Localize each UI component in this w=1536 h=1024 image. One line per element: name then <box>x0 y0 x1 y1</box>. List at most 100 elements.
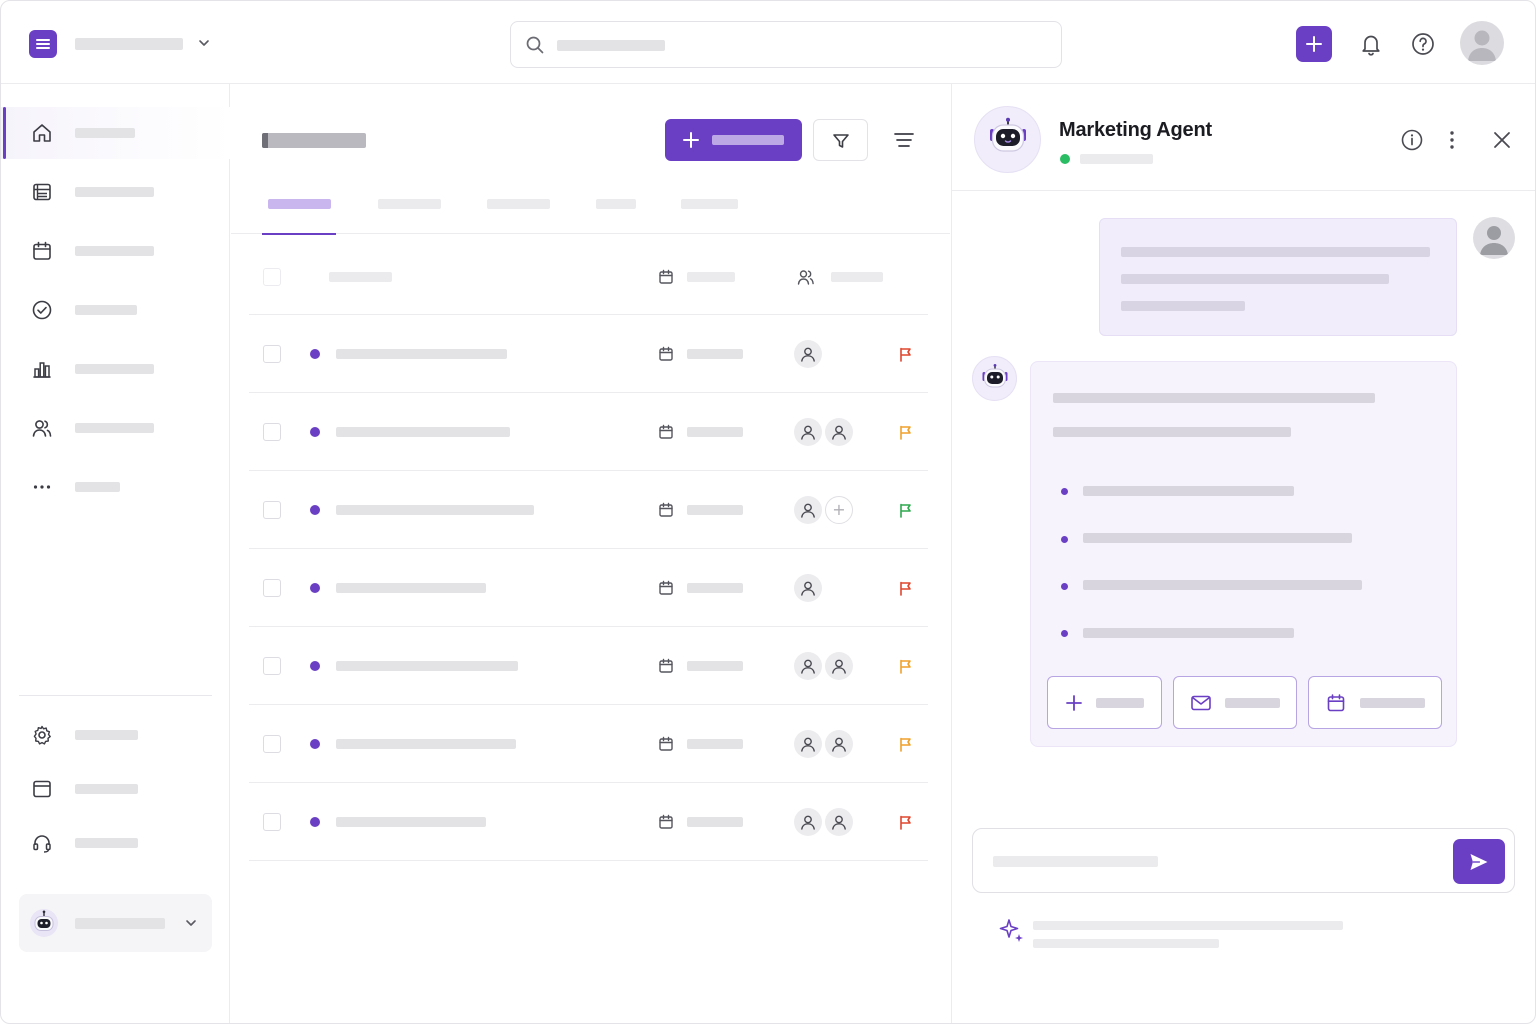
sidebar-item-settings[interactable] <box>1 709 230 761</box>
row-title[interactable] <box>336 583 486 593</box>
row-due-date[interactable] <box>687 583 743 593</box>
row-due-date[interactable] <box>687 427 743 437</box>
assignee-avatar[interactable] <box>794 730 822 758</box>
add-assignee-button[interactable]: + <box>825 496 853 524</box>
sidebar-item-reports[interactable] <box>1 343 230 395</box>
priority-flag-icon[interactable] <box>898 502 914 518</box>
help-icon[interactable] <box>1410 31 1436 57</box>
info-icon[interactable] <box>1400 128 1424 152</box>
chat-header: Marketing Agent <box>952 84 1535 191</box>
agent-switcher-label <box>75 918 165 929</box>
calendar-icon <box>658 424 674 445</box>
row-checkbox[interactable] <box>263 345 281 363</box>
action-create-button[interactable] <box>1047 676 1162 729</box>
assignee-avatar[interactable] <box>794 574 822 602</box>
row-due-date[interactable] <box>687 349 743 359</box>
sidebar-item-workspace[interactable] <box>1 763 230 815</box>
action-email-button[interactable] <box>1173 676 1297 729</box>
send-button[interactable] <box>1453 839 1505 884</box>
chevron-down-icon[interactable] <box>197 36 211 50</box>
tab-4[interactable] <box>596 196 636 234</box>
sidebar-item-support[interactable] <box>1 817 230 869</box>
tab-1[interactable] <box>262 196 336 235</box>
table-row[interactable] <box>249 783 928 861</box>
row-due-date[interactable] <box>687 661 743 671</box>
assignee-avatar[interactable] <box>794 496 822 524</box>
tab-5[interactable] <box>681 196 738 234</box>
search-input[interactable] <box>510 21 1062 68</box>
row-checkbox[interactable] <box>263 579 281 597</box>
row-due-date[interactable] <box>687 505 743 515</box>
sidebar-item-list[interactable] <box>1 166 230 218</box>
sidebar-item-more[interactable] <box>1 461 230 513</box>
sidebar-item-tasks[interactable] <box>1 284 230 336</box>
users-icon <box>32 420 52 437</box>
priority-flag-icon[interactable] <box>898 580 914 596</box>
message-placeholder <box>993 856 1158 867</box>
list-bullet <box>1061 583 1068 590</box>
agent-switcher[interactable] <box>19 894 212 952</box>
plus-icon <box>1066 695 1082 711</box>
row-checkbox[interactable] <box>263 735 281 753</box>
assignee-avatar[interactable] <box>825 808 853 836</box>
workspace-name[interactable] <box>75 38 183 50</box>
message-input[interactable] <box>972 828 1515 893</box>
calendar-icon <box>658 658 674 679</box>
assignee-avatar[interactable] <box>794 340 822 368</box>
row-due-date[interactable] <box>687 739 743 749</box>
table-row[interactable] <box>249 549 928 627</box>
create-button[interactable] <box>1296 26 1332 62</box>
kebab-icon[interactable] <box>1442 128 1462 152</box>
assignee-avatar[interactable] <box>794 652 822 680</box>
table-row[interactable] <box>249 393 928 471</box>
user-avatar[interactable] <box>1460 21 1504 65</box>
assignee-avatar[interactable] <box>825 418 853 446</box>
table-row[interactable] <box>249 627 928 705</box>
priority-flag-icon[interactable] <box>898 814 914 830</box>
row-title[interactable] <box>336 349 507 359</box>
bell-icon[interactable] <box>1358 31 1384 57</box>
bar-chart-icon <box>33 362 51 378</box>
assignee-avatar[interactable] <box>825 730 853 758</box>
tab-2[interactable] <box>378 196 441 234</box>
column-header-date[interactable] <box>687 272 735 282</box>
row-due-date[interactable] <box>687 817 743 827</box>
assignee-avatar[interactable] <box>794 418 822 446</box>
priority-flag-icon[interactable] <box>898 346 914 362</box>
new-item-button[interactable] <box>665 119 802 161</box>
sidebar-item-calendar[interactable] <box>1 225 230 277</box>
priority-flag-icon[interactable] <box>898 424 914 440</box>
row-checkbox[interactable] <box>263 813 281 831</box>
send-icon <box>1470 854 1488 870</box>
sidebar-item-home[interactable] <box>1 107 230 159</box>
tab-3[interactable] <box>487 196 550 234</box>
close-icon[interactable] <box>1490 128 1514 152</box>
table-row[interactable] <box>249 315 928 393</box>
column-header-assignees[interactable] <box>831 272 883 282</box>
priority-flag-icon[interactable] <box>898 658 914 674</box>
row-title[interactable] <box>336 817 486 827</box>
row-checkbox[interactable] <box>263 423 281 441</box>
select-all-checkbox[interactable] <box>263 268 281 286</box>
assignee-avatar[interactable] <box>794 808 822 836</box>
sidebar-item-team[interactable] <box>1 402 230 454</box>
window-icon <box>33 780 51 798</box>
sort-icon[interactable] <box>892 128 916 152</box>
app-logo[interactable] <box>29 30 57 58</box>
column-header-name[interactable] <box>329 272 392 282</box>
action-schedule-button[interactable] <box>1308 676 1442 729</box>
mail-icon <box>1191 695 1211 711</box>
table-row[interactable] <box>249 705 928 783</box>
filter-button[interactable] <box>813 119 868 161</box>
assignee-avatar[interactable] <box>825 652 853 680</box>
row-title[interactable] <box>336 661 518 671</box>
priority-flag-icon[interactable] <box>898 736 914 752</box>
row-title[interactable] <box>336 505 534 515</box>
row-checkbox[interactable] <box>263 501 281 519</box>
row-title[interactable] <box>336 427 510 437</box>
table-row[interactable]: + <box>249 471 928 549</box>
status-dot <box>310 505 320 515</box>
assistant-hint <box>1033 921 1343 930</box>
row-title[interactable] <box>336 739 516 749</box>
row-checkbox[interactable] <box>263 657 281 675</box>
